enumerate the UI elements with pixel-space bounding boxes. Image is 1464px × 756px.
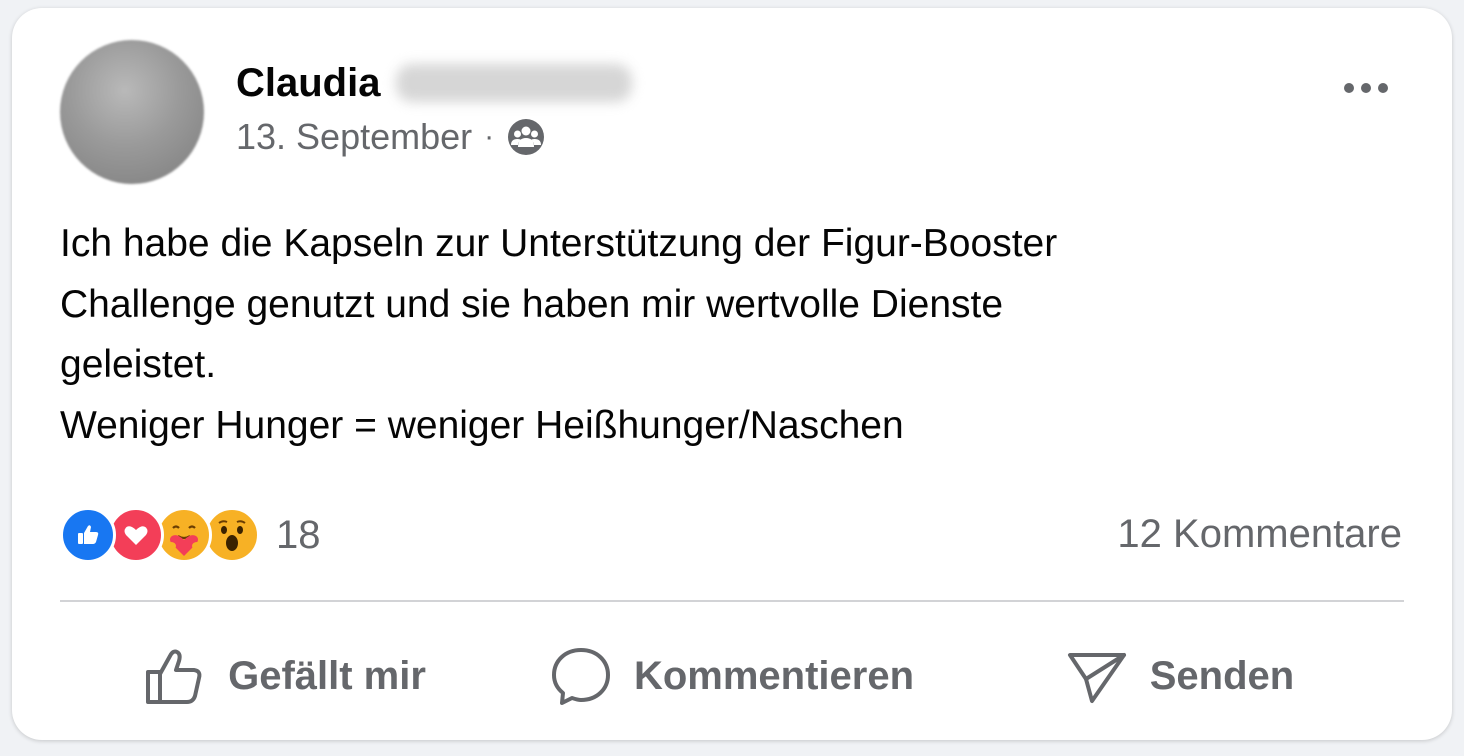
author-name[interactable]: Claudia	[236, 61, 380, 106]
like-label: Gefällt mir	[228, 653, 426, 698]
thumbs-up-icon	[142, 644, 206, 708]
post-card: Claudia 13. September · Ich habe die Kap…	[12, 8, 1452, 740]
post-text: Ich habe die Kapseln zur Unterstützung d…	[60, 214, 1390, 456]
avatar[interactable]	[60, 40, 204, 184]
post-text-line: Challenge genutzt und sie haben mir wert…	[60, 282, 1004, 326]
group-icon	[506, 117, 546, 157]
post-meta: 13. September ·	[236, 116, 546, 158]
post-date[interactable]: 13. September	[236, 116, 472, 158]
reactions-summary[interactable]: 18	[60, 505, 321, 565]
more-options-button[interactable]	[1336, 70, 1396, 106]
reaction-icons	[60, 507, 260, 563]
reaction-count[interactable]: 18	[276, 513, 321, 558]
more-dot	[1344, 83, 1354, 93]
comments-count[interactable]: 12 Kommentare	[1117, 512, 1402, 557]
post-text-line: geleistet.	[60, 343, 217, 386]
post-author: Claudia	[236, 58, 633, 108]
like-button[interactable]: Gefällt mir	[60, 644, 508, 708]
comment-icon	[550, 645, 612, 707]
meta-separator: ·	[484, 120, 495, 153]
comment-label: Kommentieren	[633, 653, 915, 698]
love-reaction-icon	[108, 507, 164, 563]
send-button[interactable]: Senden	[956, 645, 1404, 707]
send-label: Senden	[1149, 653, 1295, 698]
more-dot	[1378, 83, 1388, 93]
author-surname-redacted	[396, 64, 633, 102]
wow-reaction-icon	[204, 507, 260, 563]
more-dot	[1361, 83, 1371, 93]
comment-button[interactable]: Kommentieren	[508, 645, 956, 707]
post-text-line: Ich habe die Kapseln zur Unterstützung d…	[60, 222, 1058, 265]
action-bar: Gefällt mir Kommentieren Senden	[60, 628, 1404, 724]
send-icon	[1066, 645, 1128, 707]
divider	[60, 600, 1404, 602]
like-reaction-icon	[60, 507, 116, 563]
post-text-line: Weniger Hunger = weniger Heißhunger/Nasc…	[60, 403, 904, 447]
care-reaction-icon	[156, 507, 212, 563]
